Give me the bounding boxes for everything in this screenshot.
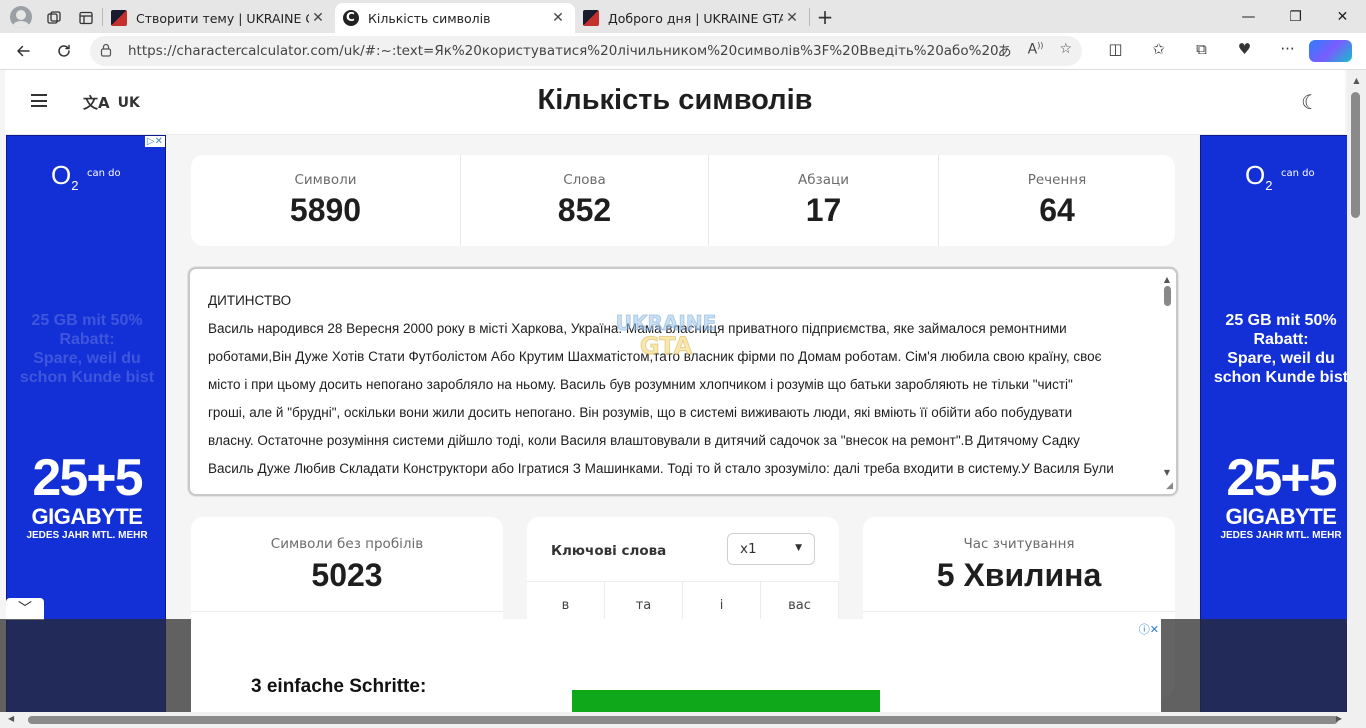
tab-character-count[interactable]: Кількість символів ✕: [335, 3, 575, 33]
close-window-icon[interactable]: ✕: [1319, 0, 1366, 33]
scroll-down-icon[interactable]: ▼: [1162, 468, 1172, 477]
page-vertical-scrollbar[interactable]: ▲: [1347, 70, 1366, 712]
tab-title: Створити тему | UKRAINE GTA -: [136, 10, 309, 26]
dark-mode-icon[interactable]: ☾: [1301, 90, 1319, 114]
stat-words: Слова 852: [461, 155, 709, 246]
minimize-icon[interactable]: —: [1225, 0, 1272, 33]
keyword-density-select[interactable]: x1 ▼: [727, 533, 815, 565]
performance-icon[interactable]: ♥: [1223, 40, 1266, 62]
stat-sentences: Речення 64: [939, 155, 1175, 246]
page-horizontal-scrollbar[interactable]: ◀ ▶: [0, 712, 1366, 728]
favorite-icon[interactable]: ☆: [1059, 41, 1072, 61]
card-value: 5023: [311, 557, 383, 593]
tab-actions-icon[interactable]: [70, 3, 102, 33]
ad-gigabyte: GIGABYTE: [31, 504, 143, 529]
editor-scrollbar[interactable]: ▲ ▼: [1162, 275, 1172, 485]
tab-bar: Створити тему | UKRAINE GTA - ✕ Кількіст…: [0, 0, 1366, 33]
keywords-title: Ключові слова: [551, 543, 667, 559]
page-viewport: 文A UK Кількість символів ☾ ▷✕ O2 can do …: [0, 70, 1366, 712]
collapse-ad-button[interactable]: ﹀: [6, 598, 44, 620]
collections-icon[interactable]: ⧉: [1180, 40, 1223, 62]
ad-offer-text: 25 GB mit 50% Rabatt: Spare, weil du schon …: [19, 312, 155, 386]
scroll-thumb[interactable]: [1351, 92, 1360, 218]
stat-value: 64: [1039, 192, 1075, 228]
profile-icon[interactable]: [10, 5, 32, 28]
tab-good-day[interactable]: Доброго дня | UKRAINE GTA - Iг ✕: [575, 3, 809, 33]
divider: [863, 611, 1175, 612]
bottom-ad-headline: 3 einfache Schritte:: [251, 676, 427, 697]
o2-logo: O2: [1245, 160, 1273, 194]
text-input-area[interactable]: ДИТИНСТВО Василь народився 28 Вересня 20…: [188, 267, 1178, 496]
ad-big-number: 25+5: [32, 449, 143, 507]
stat-paragraphs: Абзаци 17: [709, 155, 939, 246]
editor-text[interactable]: ДИТИНСТВО Василь народився 28 Вересня 20…: [208, 287, 1143, 483]
window-controls: — ❐ ✕: [1225, 0, 1366, 33]
ad-choices-icon[interactable]: ⓘ✕: [1138, 621, 1159, 637]
workspaces-icon[interactable]: [38, 3, 70, 33]
charactercalculator-favicon-icon: [343, 10, 359, 26]
lock-icon[interactable]: [100, 43, 118, 60]
stat-value: 5890: [289, 192, 362, 228]
restore-icon[interactable]: ❐: [1272, 0, 1319, 33]
chevron-down-icon: ﹀: [18, 601, 32, 617]
ad-small-text: JEDES JAHR MTL. MEHR: [26, 530, 148, 541]
bottom-ad[interactable]: ⓘ✕ 3 einfache Schritte:: [191, 619, 1161, 712]
ad-small-text: JEDES JAHR MTL. MEHR: [1220, 530, 1342, 541]
scroll-thumb[interactable]: [28, 716, 1338, 724]
scroll-right-icon[interactable]: ▶: [1336, 714, 1342, 723]
tab-create-topic[interactable]: Створити тему | UKRAINE GTA - ✕: [103, 3, 335, 33]
ad-choices-icon[interactable]: ▷✕: [144, 136, 165, 147]
new-tab-icon[interactable]: +: [810, 5, 840, 29]
back-icon[interactable]: [5, 36, 41, 66]
card-label: Час зчитування: [963, 536, 1075, 552]
chevron-down-icon: ▼: [795, 543, 802, 553]
site-header: 文A UK Кількість символів ☾: [5, 70, 1345, 135]
ad-gigabyte: GIGABYTE: [1225, 504, 1337, 529]
stat-label: Речення: [1027, 172, 1087, 188]
stat-label: Символи: [294, 172, 357, 188]
address-bar: https://charactercalculator.com/uk/#:~:t…: [0, 33, 1366, 70]
bottom-ad-button[interactable]: [572, 690, 880, 712]
close-icon[interactable]: ✕: [309, 10, 327, 26]
card-value: 5 Хвилина: [936, 557, 1102, 593]
divider: [191, 611, 503, 612]
tab-title: Кількість символів: [368, 10, 491, 26]
resize-handle-icon[interactable]: ◢: [1166, 481, 1173, 491]
refresh-icon[interactable]: [46, 36, 82, 66]
close-icon[interactable]: ✕: [549, 10, 567, 26]
tab-title: Доброго дня | UKRAINE GTA - Iг: [608, 10, 783, 26]
close-icon[interactable]: ✕: [783, 10, 801, 26]
gta-favicon-icon: [111, 10, 127, 26]
o2-logo: O2: [51, 160, 79, 194]
card-label: Символи без пробілів: [270, 536, 424, 552]
translate-icon[interactable]: あ: [998, 41, 1012, 61]
copilot-icon[interactable]: [1309, 40, 1352, 62]
ad-big-number: 25+5: [1226, 449, 1337, 507]
stat-label: Абзаци: [798, 172, 849, 188]
stats-card: Символи 5890 Слова 852 Абзаци 17 Речення…: [191, 155, 1175, 246]
scroll-up-icon[interactable]: ▲: [1347, 76, 1366, 85]
more-icon[interactable]: ···: [1266, 40, 1309, 62]
split-screen-icon[interactable]: ◫: [1094, 40, 1137, 62]
favorites-icon[interactable]: ✩: [1137, 40, 1180, 62]
gta-favicon-icon: [583, 10, 599, 26]
stat-value: 17: [805, 192, 842, 228]
url-field[interactable]: https://charactercalculator.com/uk/#:~:t…: [90, 36, 1082, 66]
scroll-up-icon[interactable]: ▲: [1162, 275, 1172, 284]
bottom-ad-overlay: ⓘ✕ 3 einfache Schritte:: [0, 619, 1366, 712]
stat-characters: Символи 5890: [191, 155, 461, 246]
url-text[interactable]: https://charactercalculator.com/uk/#:~:t…: [128, 43, 998, 59]
page-title: Кількість символів: [537, 84, 813, 116]
read-aloud-icon[interactable]: A)): [1028, 41, 1044, 61]
stat-label: Слова: [563, 172, 606, 188]
ad-tagline: can do: [1281, 168, 1315, 179]
ad-offer-text: 25 GB mit 50% Rabatt: Spare, weil du schon …: [1213, 312, 1349, 386]
ad-tagline: can do: [87, 168, 121, 179]
stat-value: 852: [557, 192, 612, 228]
scroll-thumb[interactable]: [1163, 286, 1171, 306]
scroll-left-icon[interactable]: ◀: [8, 714, 14, 723]
